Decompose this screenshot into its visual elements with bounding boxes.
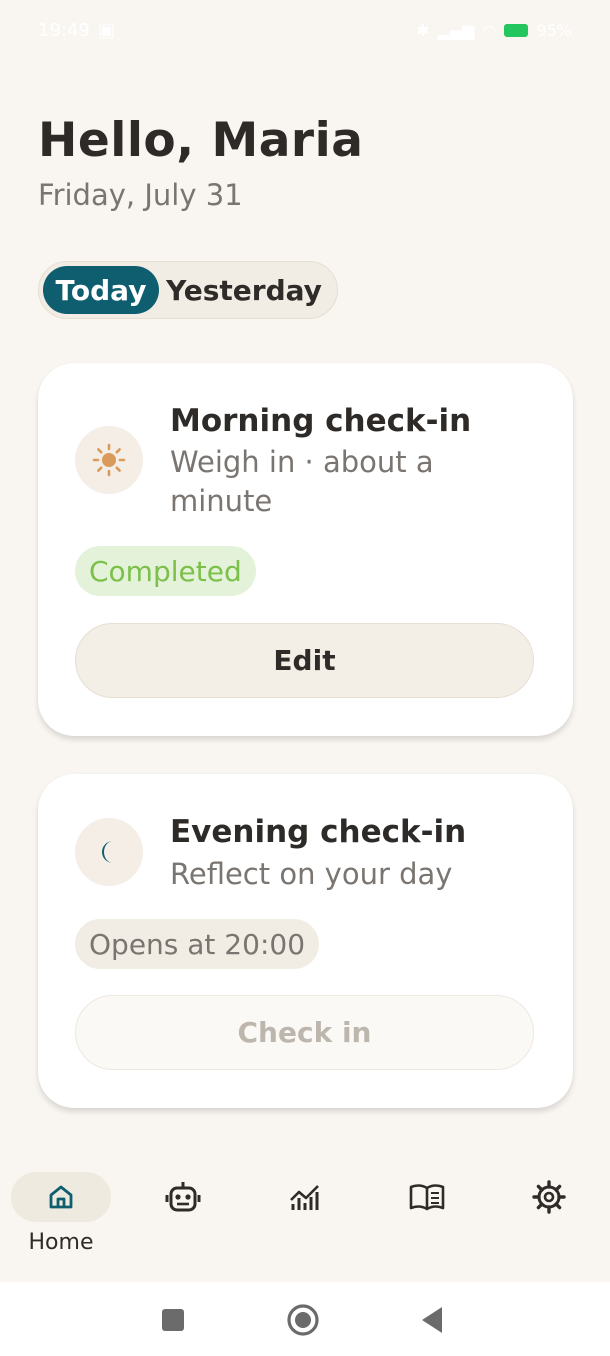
check-in-button[interactable]: Check in bbox=[75, 995, 534, 1070]
morning-checkin-title: Morning check-in bbox=[170, 403, 472, 439]
moon-icon bbox=[75, 818, 143, 886]
bluetooth-icon: ✱ bbox=[416, 20, 430, 40]
morning-subtitle-line1: Weigh in · about a bbox=[170, 445, 434, 479]
date-label: Friday, July 31 bbox=[38, 178, 243, 212]
nav-journal[interactable] bbox=[397, 1172, 457, 1222]
evening-checkin-title: Evening check-in bbox=[170, 814, 467, 850]
status-bar: 19:49 ▣ ✱ ▂▄▆ ◠ 95% bbox=[0, 0, 610, 60]
home-icon bbox=[49, 1185, 73, 1209]
home-button-icon[interactable] bbox=[286, 1303, 320, 1341]
tab-today[interactable]: Today bbox=[43, 266, 159, 314]
morning-checkin-card: Morning check-in Weigh in · about a minu… bbox=[38, 363, 573, 736]
sun-icon bbox=[75, 426, 143, 494]
tab-yesterday[interactable]: Yesterday bbox=[159, 266, 329, 314]
edit-button[interactable]: Edit bbox=[75, 623, 534, 698]
nav-home[interactable]: Home bbox=[11, 1172, 111, 1255]
notification-icon: ▣ bbox=[97, 19, 115, 41]
status-badge-opens: Opens at 20:00 bbox=[75, 919, 320, 969]
wifi-icon: ◠ bbox=[482, 20, 497, 40]
evening-checkin-subtitle: Reflect on your day bbox=[170, 857, 453, 891]
battery-percent: 95% bbox=[536, 20, 572, 40]
status-badge-completed: Completed bbox=[75, 546, 256, 596]
signal-icon: ▂▄▆ bbox=[437, 20, 475, 40]
back-icon[interactable] bbox=[420, 1306, 444, 1338]
book-icon bbox=[409, 1184, 445, 1211]
page-title: Hello, Maria bbox=[38, 113, 364, 168]
morning-checkin-subtitle: Weigh in · about a minute bbox=[170, 443, 500, 521]
nav-progress[interactable] bbox=[275, 1172, 335, 1222]
robot-icon bbox=[165, 1182, 201, 1212]
status-time: 19:49 bbox=[38, 19, 90, 41]
nav-home-label: Home bbox=[28, 1230, 94, 1255]
recents-icon[interactable] bbox=[161, 1308, 185, 1336]
bottom-nav: Home bbox=[0, 1160, 610, 1282]
system-nav-bar bbox=[0, 1282, 610, 1356]
day-toggle: Today Yesterday bbox=[38, 261, 338, 319]
evening-checkin-card: Evening check-in Reflect on your day Ope… bbox=[38, 774, 573, 1108]
battery-icon bbox=[504, 23, 529, 37]
nav-settings[interactable] bbox=[519, 1172, 579, 1222]
chart-icon bbox=[290, 1185, 319, 1210]
morning-subtitle-line2: minute bbox=[170, 484, 273, 518]
nav-coach[interactable] bbox=[153, 1172, 213, 1222]
gear-icon bbox=[532, 1180, 566, 1214]
